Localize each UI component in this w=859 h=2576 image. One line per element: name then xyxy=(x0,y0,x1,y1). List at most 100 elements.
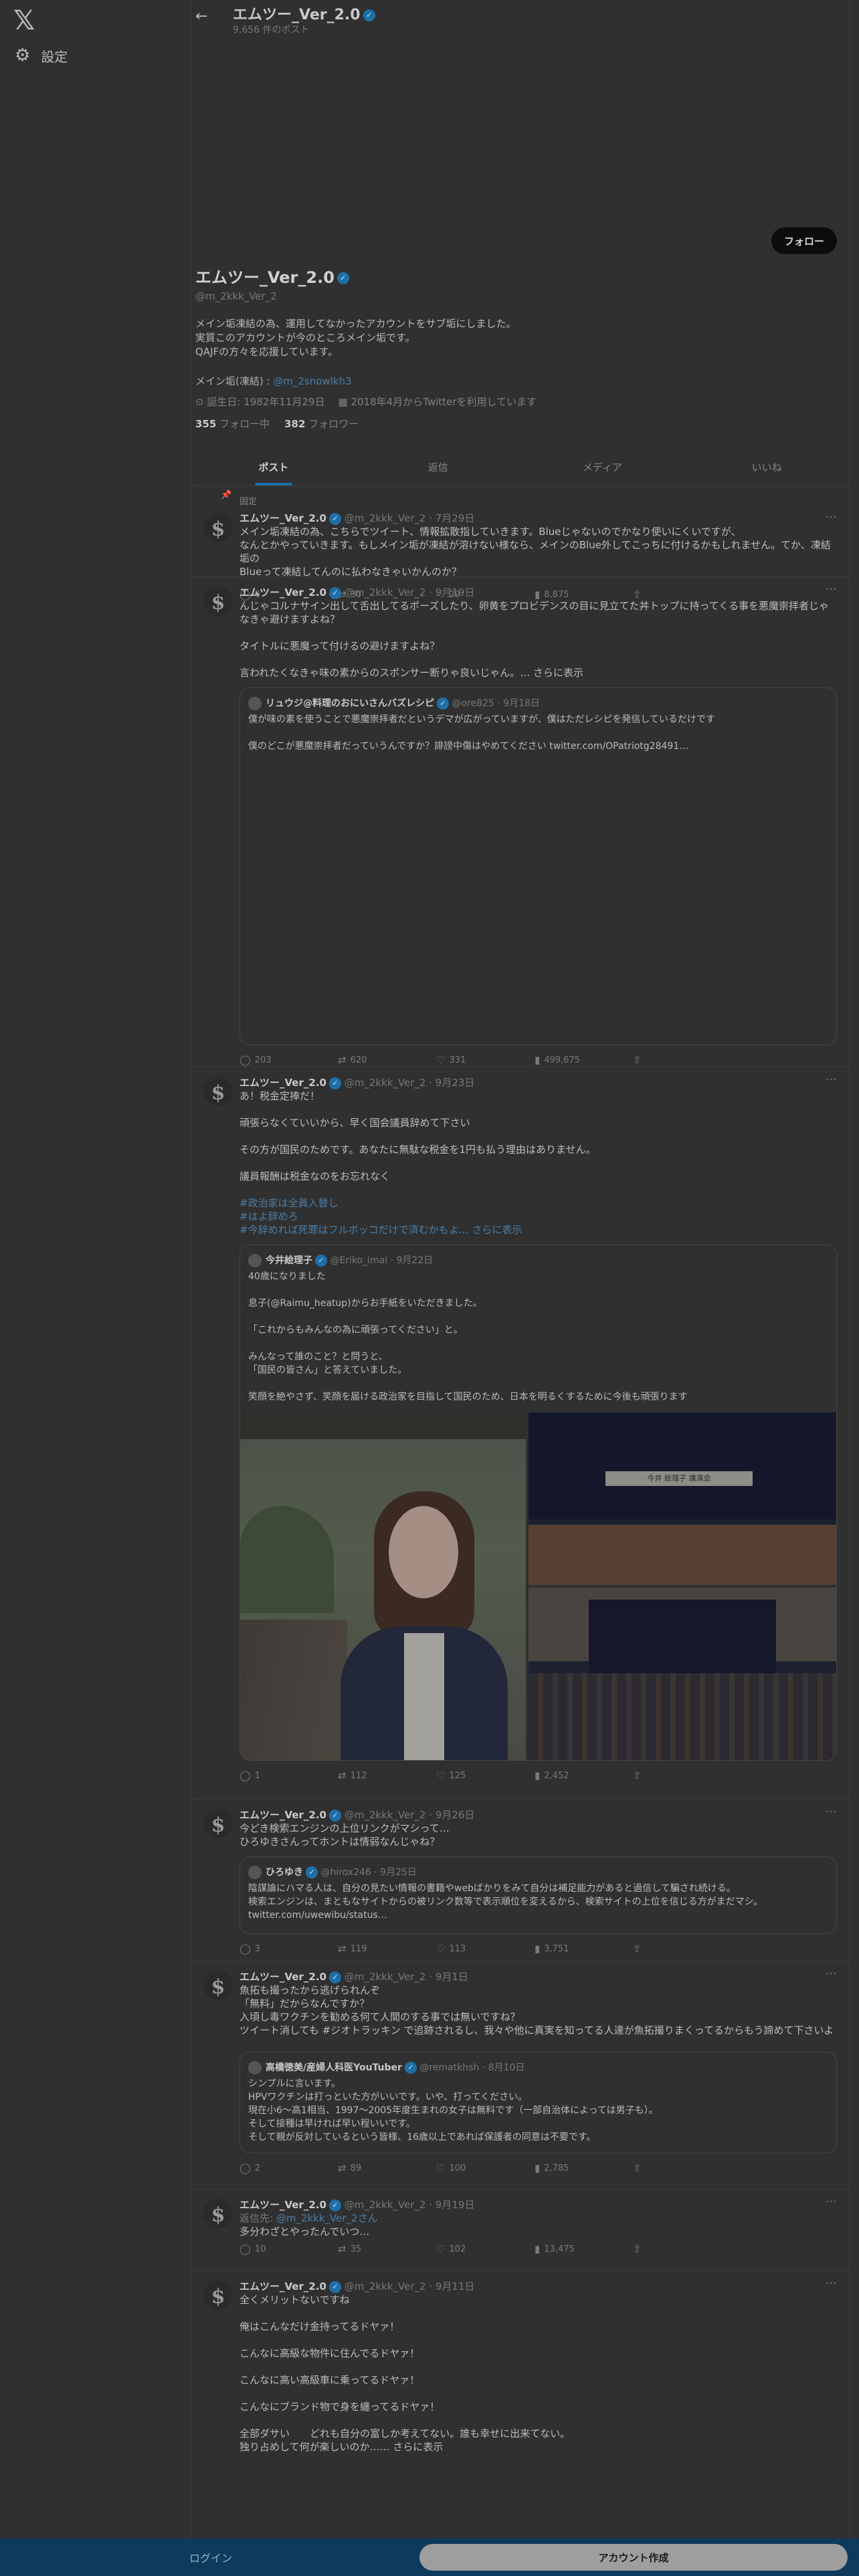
quote-line: 現在小6〜高1相当、1997〜2005年度生まれの女子は無料です（一部自治体によ… xyxy=(248,2105,658,2116)
tweet[interactable]: $ ··· エムツー_Ver_2.0 ✓ @m_2kkk_Ver_2 · 9月19… xyxy=(191,577,849,1067)
tweet-author: エムツー_Ver_2.0 xyxy=(240,1077,326,1089)
top-bar: ← エムツー_Ver_2.0 ✓ 9,656 件のポスト xyxy=(191,0,849,40)
portrait-photo[interactable] xyxy=(240,1412,526,1760)
avatar[interactable]: $ xyxy=(203,1809,233,1838)
views-button[interactable]: ▮ 2,785 xyxy=(535,2162,633,2174)
tweet-line: んじゃコルナサイン出して舌出してるポーズしたり、卵黄をプロビデンスの目に見立てた… xyxy=(240,600,829,625)
hall-banner: 今井 絵理子 講演会 xyxy=(605,1471,753,1486)
more-options-icon[interactable]: ··· xyxy=(826,582,837,597)
views-button[interactable]: ▮ 3,751 xyxy=(535,1943,633,1955)
reply-button[interactable]: ◯ 1 xyxy=(240,1769,338,1782)
tweet-line xyxy=(240,1130,837,1143)
more-options-icon[interactable]: ··· xyxy=(826,2195,837,2209)
joined-date: ▦ 2018年4月からTwitterを利用しています xyxy=(339,395,537,409)
quote-line xyxy=(248,1283,828,1297)
tweet-text: あ！税金定捧だ！ 頑張らなくていいから、早く国会議員辞めて下さい その方が国民の… xyxy=(240,1089,837,1237)
followers-link[interactable]: 382 フォロワー xyxy=(284,417,359,431)
hall-curtain xyxy=(589,1600,776,1673)
following-label: フォロー中 xyxy=(219,418,270,430)
like-button[interactable]: ♡ 100 xyxy=(436,2162,535,2174)
avatar[interactable]: $ xyxy=(203,513,233,542)
share-button[interactable]: ⇧ xyxy=(633,1943,660,1955)
tweet-line xyxy=(240,653,837,666)
left-nav: 𝕏 ⚙ 設定 xyxy=(0,0,191,2576)
like-count: 102 xyxy=(449,2244,466,2254)
tab-likes[interactable]: いいね xyxy=(684,449,849,486)
avatar[interactable]: $ xyxy=(203,2199,233,2228)
tweet[interactable]: $ ··· エムツー_Ver_2.0 ✓ @m_2kkk_Ver_2 · 9月23… xyxy=(191,1067,849,1800)
share-button[interactable]: ⇧ xyxy=(633,2243,660,2255)
reply-button[interactable]: ◯ 203 xyxy=(240,1054,338,1066)
tab-posts[interactable]: ポスト xyxy=(191,449,356,486)
hall-photo-bottom[interactable] xyxy=(529,1588,836,1760)
tweet-line: メイン垢凍結の為、こちらでツイート、情報拡散指していきます。Blueじゃないので… xyxy=(240,526,741,538)
heart-icon: ♡ xyxy=(436,2243,446,2255)
hashtag-link[interactable]: #政治家は全員入替し xyxy=(240,1196,837,1210)
repost-button[interactable]: ⇄ 112 xyxy=(338,1769,436,1782)
reply-count: 203 xyxy=(254,1055,272,1065)
more-options-icon[interactable]: ··· xyxy=(826,2276,837,2290)
share-icon: ⇧ xyxy=(633,2243,642,2255)
tab-replies[interactable]: 返信 xyxy=(356,449,520,486)
avatar[interactable]: $ xyxy=(203,2280,233,2310)
views-button[interactable]: ▮ 2,452 xyxy=(535,1769,633,1782)
like-count: 100 xyxy=(449,2163,466,2173)
quoted-tweet[interactable]: ひろゆき ✓ @hirox246 · 9月25日 陰謀論にハマる人は、自分の見たい… xyxy=(240,1856,837,1934)
x-logo-icon[interactable]: 𝕏 xyxy=(13,5,35,36)
more-options-icon[interactable]: ··· xyxy=(826,1967,837,1981)
share-button[interactable]: ⇧ xyxy=(633,1054,660,1066)
share-button[interactable]: ⇧ xyxy=(633,1769,660,1782)
login-button[interactable]: ログイン xyxy=(0,2539,421,2576)
share-button[interactable]: ⇧ xyxy=(633,2162,660,2174)
signup-button[interactable]: アカウント作成 xyxy=(419,2544,848,2571)
views-button[interactable]: ▮ 499,675 xyxy=(535,1054,633,1066)
like-button[interactable]: ♡ 113 xyxy=(436,1943,535,1955)
following-link[interactable]: 355 フォロー中 xyxy=(195,417,270,431)
quoted-tweet[interactable]: リュウジ@料理のおにいさんバズレシピ ✓ @ore825 · 9月18日 僕が味の… xyxy=(240,687,837,1045)
follow-button[interactable]: フォロー xyxy=(771,227,837,254)
tweet-line: こんなにブランド物で身を纏ってるドヤァ！ xyxy=(240,2401,440,2413)
hashtag-link[interactable]: #今辞めれば死罪はフルボッコだけで済むかもよ… さらに表示 xyxy=(240,1223,837,1237)
reply-button[interactable]: ◯ 10 xyxy=(240,2243,338,2255)
reply-button[interactable]: ◯ 2 xyxy=(240,2162,338,2174)
avatar[interactable]: $ xyxy=(203,586,233,616)
hashtag-link[interactable]: #はよ辞めろ xyxy=(240,1210,837,1223)
like-button[interactable]: ♡ 102 xyxy=(436,2243,535,2255)
more-options-icon[interactable]: ··· xyxy=(826,1805,837,1819)
settings-label: 設定 xyxy=(41,48,68,65)
tweet[interactable]: $ ··· エムツー_Ver_2.0 ✓ @m_2kkk_Ver_2 · 9月19… xyxy=(191,2189,849,2271)
hall-photo-top[interactable]: 今井 絵理子 講演会 xyxy=(529,1412,836,1585)
tweet-line: 魚拓も撮ったから逃げられんぞ xyxy=(240,1984,381,1996)
avatar[interactable]: $ xyxy=(203,1971,233,2000)
more-options-icon[interactable]: ··· xyxy=(826,510,837,524)
reply-button[interactable]: ◯ 3 xyxy=(240,1943,338,1955)
back-arrow-icon[interactable]: ← xyxy=(195,8,207,25)
repost-button[interactable]: ⇄ 620 xyxy=(338,1054,436,1066)
tab-media[interactable]: メディア xyxy=(520,449,685,486)
views-button[interactable]: ▮ 13,475 xyxy=(535,2243,633,2255)
settings-nav-item[interactable]: ⚙ 設定 xyxy=(15,45,68,66)
like-button[interactable]: ♡ 331 xyxy=(436,1054,535,1066)
quoted-tweet[interactable]: 今井絵理子 ✓ @Eriko_imai · 9月22日 40歳になりました 息子(… xyxy=(240,1245,837,1761)
repost-button[interactable]: ⇄ 119 xyxy=(338,1943,436,1955)
avatar[interactable]: $ xyxy=(203,1077,233,1106)
repost-button[interactable]: ⇄ 35 xyxy=(338,2243,436,2255)
like-button[interactable]: ♡ 125 xyxy=(436,1769,535,1782)
tweet-text: 魚拓も撮ったから逃げられんぞ 「無料」だからなんですか？ 入頃し毒ワクチンを勧め… xyxy=(240,1983,837,2037)
main-column: ← エムツー_Ver_2.0 ✓ 9,656 件のポスト フォロー エムツー_Ve… xyxy=(191,0,850,2576)
quote-avatar xyxy=(248,1254,262,1267)
tweet[interactable]: 📌 固定 $ ··· エムツー_Ver_2.0 ✓ @m_2kkk_Ver_2 · … xyxy=(191,486,849,601)
quoted-tweet[interactable]: 高橋徳美/産婦人科医YouTuber ✓ @rematkhsh · 8月10日 シ… xyxy=(240,2052,837,2153)
repost-button[interactable]: ⇄ 89 xyxy=(338,2162,436,2174)
reply-to-link[interactable]: @m_2kkk_Ver_2さん xyxy=(276,2212,378,2224)
hall-stage xyxy=(529,1525,836,1585)
verified-badge-icon: ✓ xyxy=(328,1971,341,1983)
repost-count: 112 xyxy=(350,1770,367,1781)
more-options-icon[interactable]: ··· xyxy=(826,1073,837,1087)
verified-badge-icon: ✓ xyxy=(315,1255,327,1267)
tweet[interactable]: $ ··· エムツー_Ver_2.0 ✓ @m_2kkk_Ver_2 · 9月1日… xyxy=(191,1961,849,2189)
tweet[interactable]: $ ··· エムツー_Ver_2.0 ✓ @m_2kkk_Ver_2 · 9月26… xyxy=(191,1800,849,1961)
pinned-label: 📌 固定 xyxy=(221,490,837,507)
main-account-link[interactable]: @m_2snowlkh3 xyxy=(273,375,351,387)
tweet[interactable]: $ ··· エムツー_Ver_2.0 ✓ @m_2kkk_Ver_2 · 9月11… xyxy=(191,2271,849,2472)
